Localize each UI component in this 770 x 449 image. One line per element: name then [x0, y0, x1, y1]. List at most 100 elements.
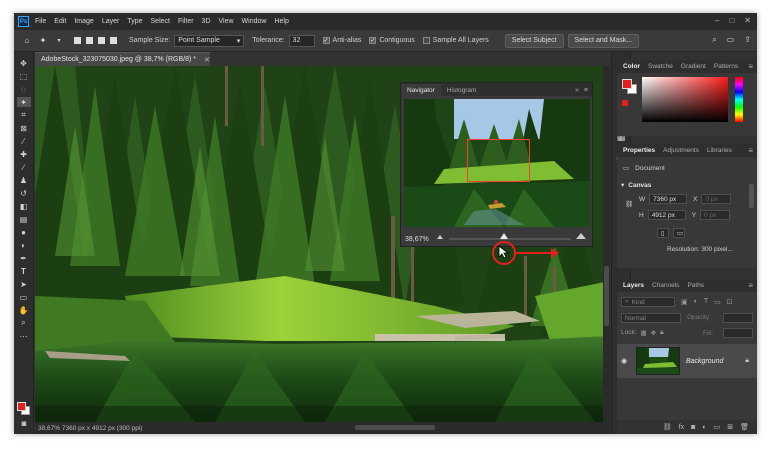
menu-edit[interactable]: Edit: [54, 18, 66, 25]
shape-filter-icon[interactable]: ▭: [714, 298, 721, 306]
minimize-button[interactable]: –: [715, 16, 719, 25]
portrait-icon[interactable]: ▯: [657, 228, 669, 238]
menu-select[interactable]: Select: [151, 18, 170, 25]
navigator-zoom-value[interactable]: 38,67%: [405, 236, 429, 243]
landscape-icon[interactable]: ▭: [673, 228, 685, 238]
new-group-icon[interactable]: ▭: [714, 423, 721, 431]
intersect-selection-icon[interactable]: [110, 37, 117, 44]
crop-tool-icon[interactable]: ⌗: [17, 110, 31, 120]
tab-adjustments[interactable]: Adjustments: [659, 147, 703, 154]
blend-mode-select[interactable]: Normal: [621, 313, 681, 323]
canvas-horizontal-scrollbar[interactable]: [355, 425, 435, 430]
clone-stamp-tool-icon[interactable]: ♟: [17, 175, 31, 185]
width-input[interactable]: 7360 px: [649, 194, 688, 204]
eraser-tool-icon[interactable]: ◧: [17, 201, 31, 211]
share-icon[interactable]: ⇪: [744, 35, 751, 45]
new-selection-icon[interactable]: [74, 37, 81, 44]
subtract-from-selection-icon[interactable]: [98, 37, 105, 44]
tab-histogram[interactable]: Histogram: [441, 84, 483, 96]
lasso-tool-icon[interactable]: ◌: [17, 84, 31, 94]
zoom-in-icon[interactable]: [576, 233, 586, 239]
panel-menu-icon[interactable]: ≡: [748, 281, 757, 290]
add-to-selection-icon[interactable]: [86, 37, 93, 44]
zoom-slider-track[interactable]: [449, 238, 571, 240]
visibility-eye-icon[interactable]: ◉: [621, 357, 633, 365]
pen-tool-icon[interactable]: ✒: [17, 253, 31, 263]
menu-layer[interactable]: Layer: [102, 18, 120, 25]
workspace-icon[interactable]: ▭: [727, 35, 735, 45]
pixel-filter-icon[interactable]: ▣: [681, 298, 688, 306]
history-brush-tool-icon[interactable]: ↺: [17, 188, 31, 198]
path-selection-tool-icon[interactable]: ➤: [17, 279, 31, 289]
lock-position-icon[interactable]: ✥: [651, 329, 656, 337]
x-input[interactable]: 0 px: [701, 194, 732, 204]
tab-properties[interactable]: Properties: [619, 147, 659, 154]
home-icon[interactable]: ⌂: [22, 36, 32, 46]
anti-alias-checkbox[interactable]: ✓: [322, 37, 330, 44]
height-input[interactable]: 4912 px: [647, 210, 686, 220]
tool-preset-chevron-icon[interactable]: ▾: [54, 36, 64, 46]
tab-navigator[interactable]: Navigator: [401, 84, 441, 96]
move-tool-icon[interactable]: ✥: [17, 58, 31, 68]
foreground-color-swatch[interactable]: [17, 402, 26, 411]
new-layer-icon[interactable]: ⊞: [727, 423, 733, 431]
link-dimensions-icon[interactable]: ⛓: [625, 200, 633, 208]
frame-tool-icon[interactable]: ⊠: [17, 123, 31, 133]
smart-object-filter-icon[interactable]: ⊡: [727, 298, 733, 306]
layer-row-background[interactable]: ◉ Background 🔒︎: [617, 344, 757, 378]
select-and-mask-button[interactable]: Select and Mask...: [567, 33, 640, 48]
close-button[interactable]: ✕: [744, 16, 751, 25]
magic-wand-icon[interactable]: ✦: [38, 36, 48, 46]
type-filter-icon[interactable]: T: [704, 298, 708, 306]
collapse-icon[interactable]: »: [575, 87, 579, 94]
sample-all-layers-checkbox[interactable]: [422, 37, 430, 44]
y-input[interactable]: 0 px: [700, 210, 731, 220]
rectangle-tool-icon[interactable]: ▭: [17, 292, 31, 302]
lock-pixels-icon[interactable]: ▦: [641, 329, 647, 337]
hand-tool-icon[interactable]: ✋: [17, 305, 31, 315]
tab-paths[interactable]: Paths: [683, 282, 708, 289]
layer-style-icon[interactable]: fx: [679, 424, 684, 431]
navigator-thumbnail[interactable]: [404, 99, 590, 227]
zoom-slider-handle[interactable]: [499, 233, 508, 239]
brush-tool-icon[interactable]: ∕: [17, 162, 31, 172]
tab-channels[interactable]: Channels: [648, 282, 683, 289]
sample-size-select[interactable]: Point Sample ▾: [174, 34, 245, 47]
zoom-out-icon[interactable]: [437, 235, 443, 239]
canvas-section-header[interactable]: ▾ Canvas: [621, 181, 651, 190]
properties-scrollbar[interactable]: [749, 184, 754, 208]
scrollbar-thumb[interactable]: [604, 266, 609, 326]
menu-type[interactable]: Type: [127, 18, 142, 25]
foreground-color-chip[interactable]: [622, 79, 632, 89]
marquee-tool-icon[interactable]: ⬚: [17, 71, 31, 81]
navigator-view-box[interactable]: [467, 139, 530, 182]
delete-layer-icon[interactable]: 🗑︎: [740, 423, 749, 431]
contiguous-checkbox[interactable]: ✓: [369, 37, 377, 44]
adjustment-filter-icon[interactable]: ◐: [694, 298, 698, 306]
magic-wand-tool-icon[interactable]: ✦: [16, 97, 31, 107]
panel-menu-icon[interactable]: ≡: [748, 62, 757, 71]
menu-view[interactable]: View: [219, 18, 234, 25]
maximize-button[interactable]: □: [729, 16, 734, 25]
healing-brush-tool-icon[interactable]: ✚: [17, 149, 31, 159]
lock-all-icon[interactable]: 🔒︎: [660, 329, 663, 337]
canvas-vertical-scrollbar[interactable]: [603, 66, 610, 422]
link-layers-icon[interactable]: ⛓: [663, 423, 672, 431]
zoom-tool-icon[interactable]: ⌕: [17, 318, 31, 328]
type-tool-icon[interactable]: T: [17, 266, 31, 276]
gradient-tool-icon[interactable]: ▤: [17, 214, 31, 224]
layer-name[interactable]: Background: [686, 358, 723, 365]
quick-mask-icon[interactable]: ◙: [17, 418, 31, 428]
blur-tool-icon[interactable]: ●: [17, 227, 31, 237]
select-subject-button[interactable]: Select Subject: [504, 33, 564, 48]
add-mask-icon[interactable]: ◙: [691, 424, 695, 431]
gamut-warning-icon[interactable]: [622, 100, 628, 106]
layer-filter-select[interactable]: ⌕ Kind: [621, 297, 675, 307]
document-tab[interactable]: AdobeStock_323075030.jpeg @ 38,7% (RGB/8…: [35, 52, 210, 66]
dodge-tool-icon[interactable]: ◐: [17, 240, 31, 250]
tab-swatches[interactable]: Swatche: [644, 63, 677, 70]
color-picker-field[interactable]: [642, 77, 728, 122]
tab-layers[interactable]: Layers: [619, 282, 648, 289]
panel-menu-icon[interactable]: ≡: [748, 146, 757, 155]
hue-slider[interactable]: [735, 77, 743, 122]
